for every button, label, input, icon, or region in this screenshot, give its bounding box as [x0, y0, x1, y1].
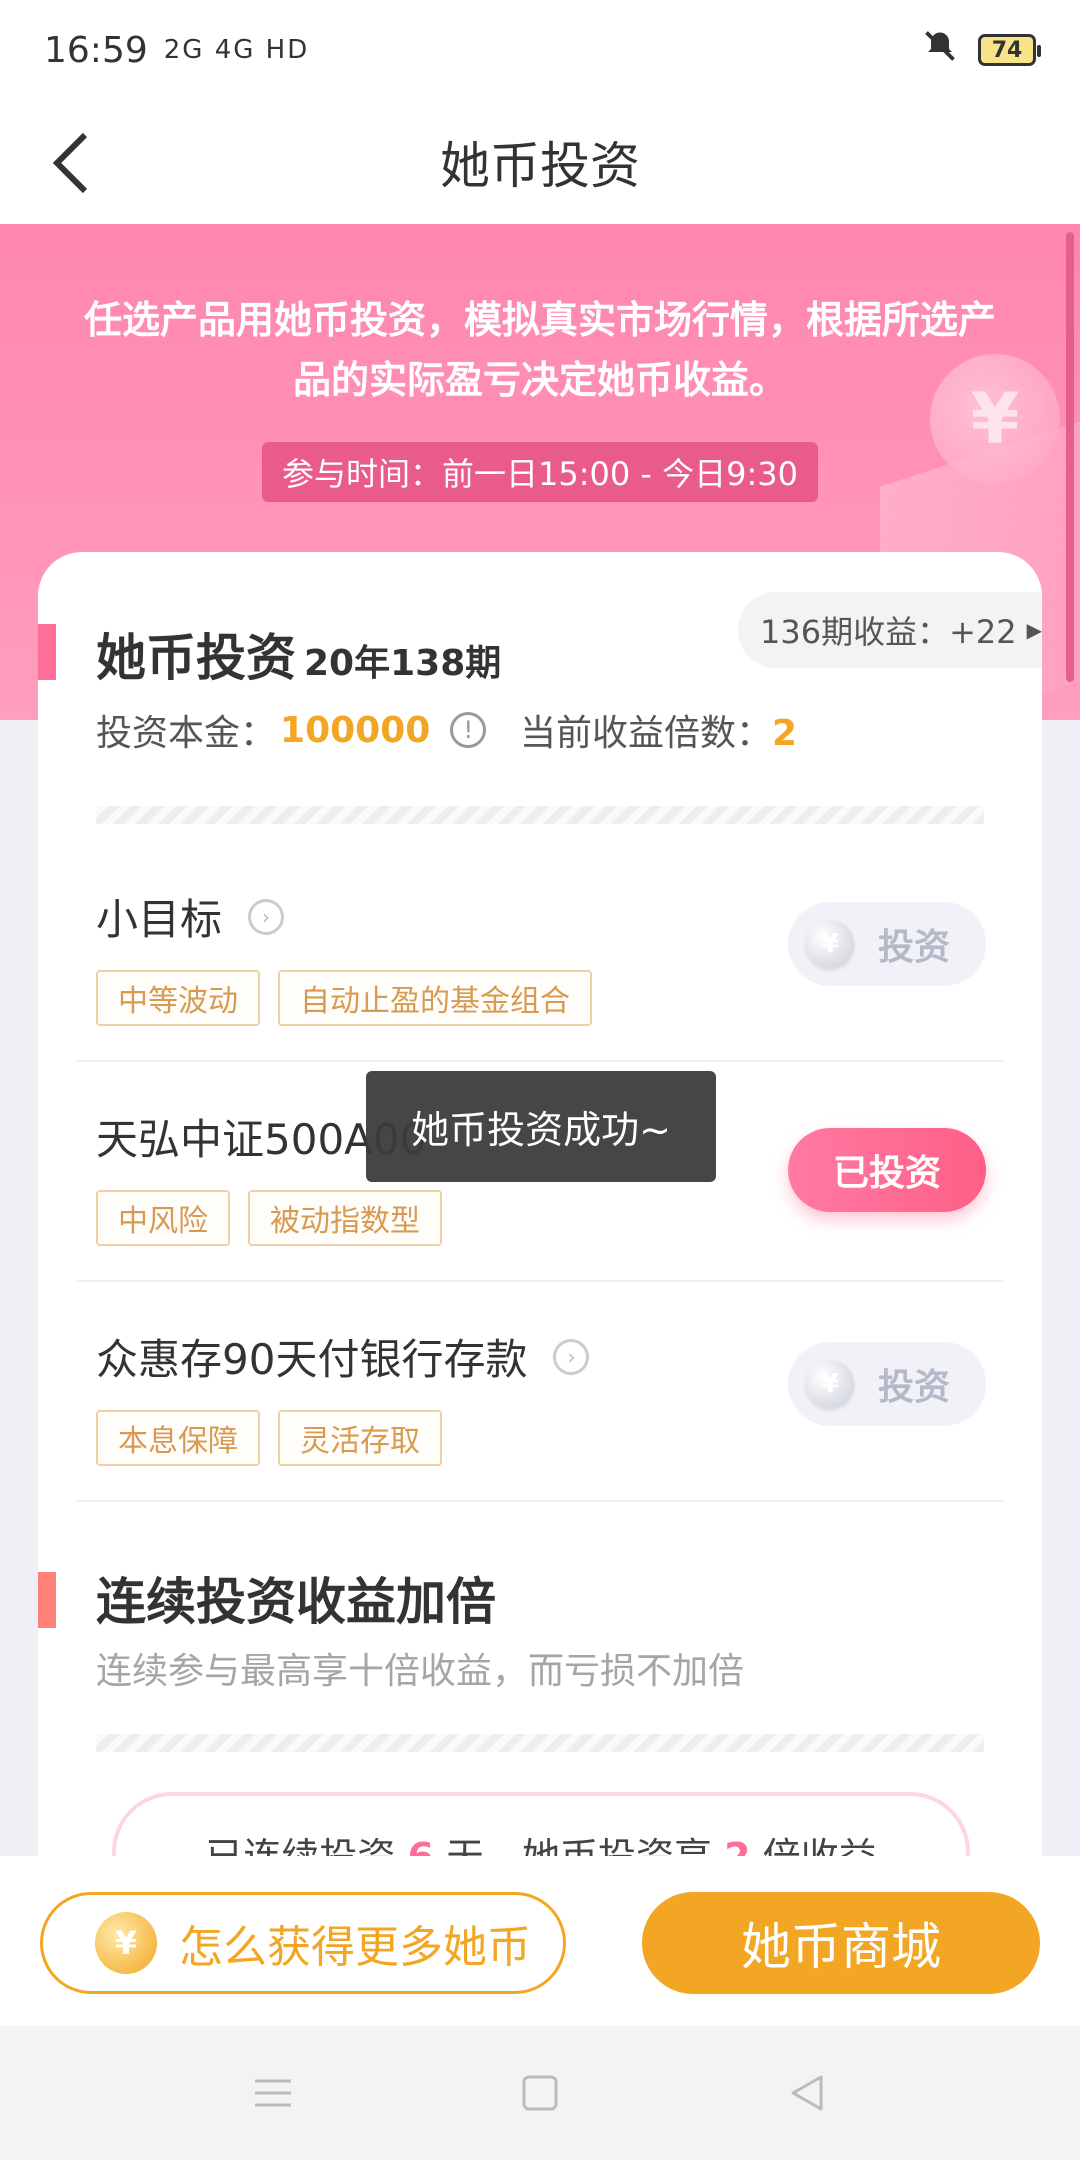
product-tag: 灵活存取	[278, 1410, 442, 1466]
triangle-back-icon	[791, 2075, 823, 2111]
chevron-right-icon[interactable]: ›	[553, 1338, 590, 1375]
coin-mall-button[interactable]: 她币商城	[642, 1892, 1040, 1994]
banner-description: 任选产品用她币投资，模拟真实市场行情，根据所选产品的实际盈亏决定她币收益。	[83, 298, 996, 402]
info-icon[interactable]: !	[450, 712, 487, 748]
prev-period-text: 136期收益：+22	[760, 613, 1017, 651]
principal-row: 投资本金： 100000 !	[96, 704, 487, 756]
scrollbar[interactable]	[1066, 232, 1074, 682]
prev-period-earnings[interactable]: 136期收益：+22 ▶	[738, 592, 1042, 668]
invest-title-text: 她币投资	[96, 629, 296, 687]
nav-bar: 她币投资	[0, 100, 1080, 224]
success-toast: 她币投资成功~	[366, 1071, 716, 1182]
system-nav-bar	[0, 2026, 1080, 2160]
principal-value: 100000	[280, 709, 431, 751]
chevron-left-icon	[52, 132, 88, 194]
status-bar: 16:59 2G 4G HD 74	[0, 0, 1080, 100]
invest-card: 她币投资 20年138期 136期收益：+22 ▶ 投资本金： 100000 ! …	[38, 552, 1042, 1982]
battery-icon: 74	[978, 34, 1041, 66]
status-right: 74	[922, 28, 1041, 73]
invested-button[interactable]: 已投资	[788, 1128, 986, 1212]
product-item: 众惠存90天付银行存款 › 本息保障 灵活存取 ¥ 投资	[76, 1282, 1004, 1502]
product-name-row: 小目标 ›	[96, 886, 285, 947]
divider-stripe	[96, 1734, 984, 1752]
double-section-subtitle: 连续参与最高享十倍收益，而亏损不加倍	[96, 1651, 745, 1692]
product-tag: 自动止盈的基金组合	[278, 970, 592, 1026]
section-marker	[38, 624, 56, 680]
product-item: 小目标 › 中等波动 自动止盈的基金组合 ¥ 投资	[76, 842, 1004, 1062]
gold-coin-icon: ¥	[95, 1912, 157, 1974]
square-icon	[522, 2075, 558, 2111]
system-back-button[interactable]	[777, 2063, 837, 2123]
multiplier-label: 当前收益倍数：	[520, 713, 773, 754]
multiplier-row: 当前收益倍数：2	[520, 704, 797, 756]
product-name: 小目标	[96, 895, 223, 944]
product-tag: 中风险	[96, 1190, 230, 1246]
menu-icon	[255, 2079, 292, 2107]
coin-icon: ¥	[806, 920, 854, 968]
page-title: 她币投资	[440, 137, 640, 195]
triangle-right-icon: ▶	[1026, 618, 1042, 642]
invest-button[interactable]: ¥ 投资	[788, 1342, 986, 1426]
period-label: 20年138期	[304, 643, 502, 684]
invest-button[interactable]: ¥ 投资	[788, 902, 986, 986]
coin-icon: ¥	[806, 1360, 854, 1408]
home-button[interactable]	[510, 2063, 570, 2123]
product-tag: 中等波动	[96, 970, 260, 1026]
invest-button-label: 投资	[878, 927, 951, 968]
menu-button[interactable]	[243, 2063, 303, 2123]
network-indicator: 2G 4G HD	[163, 35, 310, 65]
product-tags: 中等波动 自动止盈的基金组合	[96, 970, 592, 1026]
product-name: 众惠存90天付银行存款	[96, 1335, 528, 1384]
bottom-action-bar: ¥ 怎么获得更多她币 她币商城	[0, 1856, 1080, 2026]
product-name-row: 众惠存90天付银行存款 ›	[96, 1326, 590, 1387]
product-tags: 本息保障 灵活存取	[96, 1410, 442, 1466]
participation-time: 参与时间：前一日15:00 - 今日9:30	[262, 442, 818, 502]
back-button[interactable]	[36, 128, 106, 198]
more-coins-label: 怎么获得更多她币	[179, 1922, 531, 1973]
section-marker	[38, 1572, 56, 1628]
more-coins-button[interactable]: ¥ 怎么获得更多她币	[40, 1892, 566, 1994]
product-tag: 被动指数型	[248, 1190, 442, 1246]
double-section-title: 连续投资收益加倍	[96, 1573, 496, 1631]
mute-icon	[922, 28, 958, 73]
product-tag: 本息保障	[96, 1410, 260, 1466]
status-time: 16:59	[44, 29, 148, 71]
invest-section-title: 她币投资 20年138期	[96, 618, 501, 690]
principal-label: 投资本金：	[96, 713, 277, 754]
divider-stripe	[96, 806, 984, 824]
product-tags: 中风险 被动指数型	[96, 1190, 442, 1246]
multiplier-value: 2	[772, 713, 798, 754]
invest-button-label: 投资	[878, 1367, 951, 1408]
chevron-right-icon[interactable]: ›	[248, 898, 285, 935]
